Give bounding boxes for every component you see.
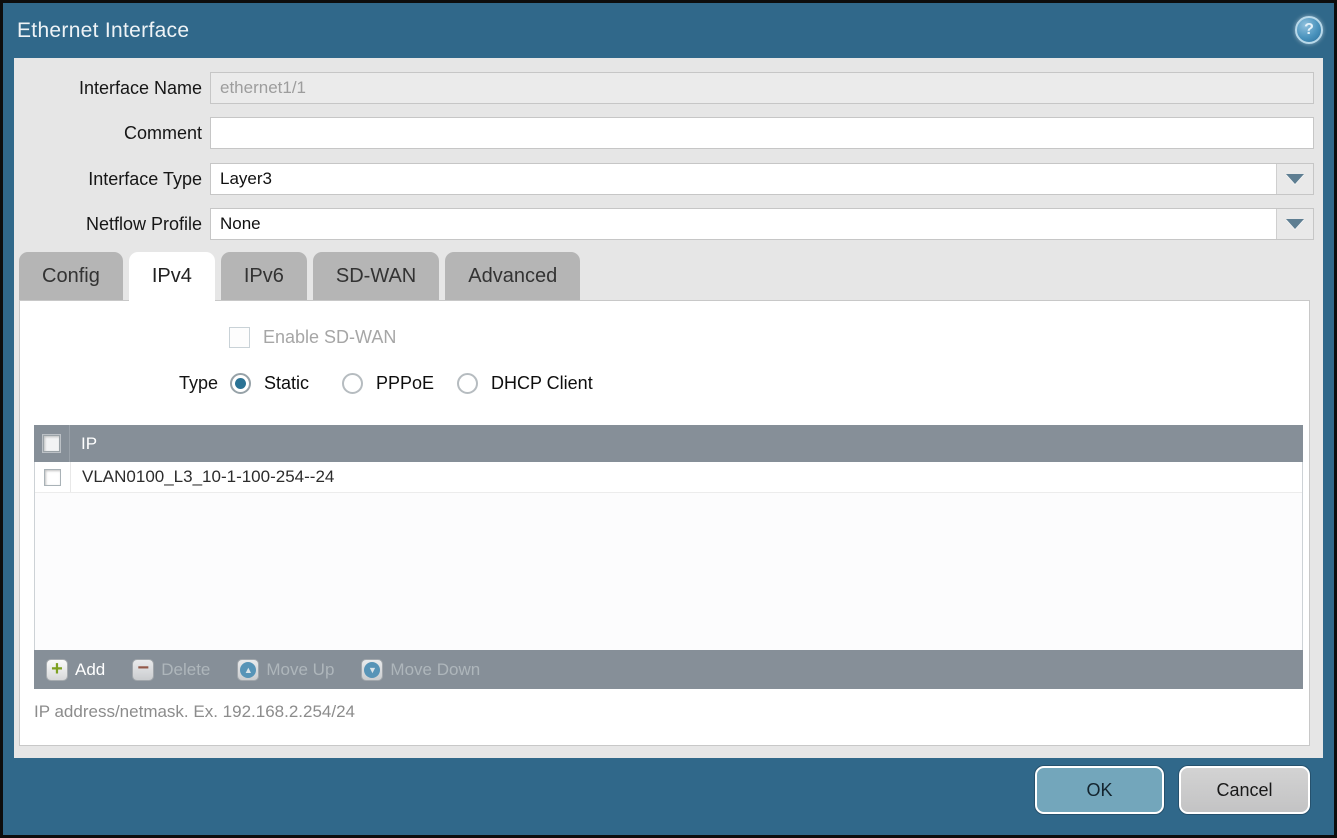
- netflow-profile-field-wrap: None: [210, 208, 1314, 240]
- add-button-label: Add: [75, 660, 105, 680]
- select-all-checkbox[interactable]: [43, 435, 60, 452]
- interface-type-field-wrap: Layer3: [210, 163, 1314, 195]
- minus-glyph: −: [137, 658, 149, 678]
- move-up-button-label: Move Up: [266, 660, 334, 680]
- ip-table-body: VLAN0100_L3_10-1-100-254--24: [34, 462, 1303, 650]
- cancel-button[interactable]: Cancel: [1179, 766, 1310, 814]
- ip-column-header: IP: [70, 434, 97, 454]
- chevron-down-icon: [1286, 174, 1304, 184]
- netflow-profile-select[interactable]: None: [210, 208, 1314, 240]
- move-down-icon: ▼: [361, 659, 383, 681]
- move-down-button: ▼ Move Down: [361, 659, 480, 681]
- up-arrow-glyph: ▲: [240, 662, 256, 678]
- table-row[interactable]: VLAN0100_L3_10-1-100-254--24: [35, 462, 1302, 493]
- dialog-body: Interface Name Comment Interface Type La…: [14, 58, 1323, 758]
- delete-minus-icon: −: [132, 659, 154, 681]
- down-arrow-glyph: ▼: [364, 662, 380, 678]
- add-button[interactable]: + Add: [46, 659, 105, 681]
- delete-button-label: Delete: [161, 660, 210, 680]
- type-radio-group: Type Static PPPoE DHCP Client: [20, 369, 1309, 397]
- radio-selected-icon: [230, 373, 251, 394]
- radio-unselected-icon: [457, 373, 478, 394]
- help-icon[interactable]: ?: [1295, 16, 1323, 44]
- ok-button[interactable]: OK: [1035, 766, 1164, 814]
- delete-button: − Delete: [132, 659, 210, 681]
- move-up-icon: ▲: [237, 659, 259, 681]
- ip-row-value: VLAN0100_L3_10-1-100-254--24: [71, 467, 334, 487]
- radio-option-pppoe[interactable]: PPPoE: [342, 369, 434, 397]
- interface-name-row: Interface Name: [14, 72, 1323, 104]
- radio-static-label: Static: [264, 373, 309, 394]
- interface-type-row: Interface Type Layer3: [14, 163, 1323, 195]
- netflow-profile-row: Netflow Profile None: [14, 208, 1323, 240]
- radio-option-static[interactable]: Static: [230, 369, 309, 397]
- tab-advanced[interactable]: Advanced: [445, 252, 580, 300]
- enable-sdwan-row: Enable SD-WAN: [229, 327, 396, 348]
- dialog-footer: OK Cancel: [3, 758, 1334, 835]
- radio-pppoe-label: PPPoE: [376, 373, 434, 394]
- tab-ipv6[interactable]: IPv6: [221, 252, 307, 300]
- ip-table-header: IP: [34, 425, 1303, 462]
- move-up-button: ▲ Move Up: [237, 659, 334, 681]
- ip-address-table: IP VLAN0100_L3_10-1-100-254--24 + Add: [34, 425, 1303, 689]
- ipv4-tab-panel: Enable SD-WAN Type Static PPPoE DHCP Cli…: [19, 300, 1310, 746]
- tab-sdwan[interactable]: SD-WAN: [313, 252, 439, 300]
- chevron-down-icon: [1286, 219, 1304, 229]
- interface-name-field-wrap: [210, 72, 1314, 104]
- move-down-button-label: Move Down: [390, 660, 480, 680]
- add-plus-icon: +: [46, 659, 68, 681]
- select-all-column: [34, 425, 70, 462]
- interface-type-select[interactable]: Layer3: [210, 163, 1314, 195]
- interface-name-input: [210, 72, 1314, 104]
- dialog-title: Ethernet Interface: [17, 3, 189, 58]
- ip-table-toolbar: + Add − Delete ▲ Move Up ▼ Move Down: [34, 650, 1303, 689]
- interface-type-dropdown-button[interactable]: [1276, 164, 1313, 194]
- ethernet-interface-dialog: Ethernet Interface ? Interface Name Comm…: [0, 0, 1337, 838]
- interface-type-label: Interface Type: [14, 163, 202, 195]
- netflow-profile-value: None: [211, 209, 1313, 239]
- interface-name-label: Interface Name: [14, 72, 202, 104]
- comment-row: Comment: [14, 117, 1323, 149]
- comment-label: Comment: [14, 117, 202, 149]
- tab-config[interactable]: Config: [19, 252, 123, 300]
- comment-field-wrap: [210, 117, 1314, 149]
- tab-bar: Config IPv4 IPv6 SD-WAN Advanced: [19, 252, 580, 302]
- tab-ipv4[interactable]: IPv4: [129, 252, 215, 302]
- row-check-column: [35, 462, 71, 492]
- enable-sdwan-checkbox: [229, 327, 250, 348]
- plus-glyph: +: [51, 659, 63, 679]
- dialog-titlebar: Ethernet Interface ?: [3, 3, 1334, 58]
- radio-dhcp-label: DHCP Client: [491, 373, 593, 394]
- enable-sdwan-label: Enable SD-WAN: [263, 327, 396, 348]
- netflow-profile-dropdown-button[interactable]: [1276, 209, 1313, 239]
- type-group-label: Type: [20, 369, 218, 397]
- comment-input[interactable]: [210, 117, 1314, 149]
- radio-unselected-icon: [342, 373, 363, 394]
- interface-type-value: Layer3: [211, 164, 1313, 194]
- ip-netmask-hint: IP address/netmask. Ex. 192.168.2.254/24: [34, 702, 355, 722]
- netflow-profile-label: Netflow Profile: [14, 208, 202, 240]
- row-checkbox[interactable]: [44, 469, 61, 486]
- radio-option-dhcp-client[interactable]: DHCP Client: [457, 369, 593, 397]
